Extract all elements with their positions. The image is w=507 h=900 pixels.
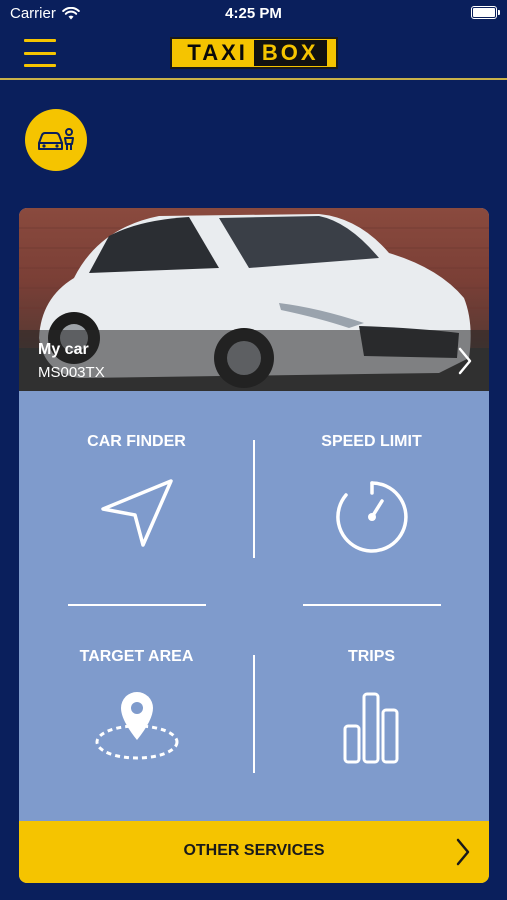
- taxibox-logo: TAXI BOX: [170, 37, 338, 69]
- car-driver-button[interactable]: [25, 109, 87, 171]
- car-finder-label: CAR FINDER: [87, 433, 186, 450]
- chevron-right-icon[interactable]: [457, 346, 473, 376]
- logo-taxi-text: TAXI: [181, 40, 254, 66]
- divider-vertical-top: [253, 440, 255, 558]
- divider-vertical-bottom: [253, 655, 255, 773]
- status-time: 4:25 PM: [225, 5, 282, 22]
- chevron-right-icon: [456, 838, 470, 866]
- navigation-arrow-icon: [101, 479, 173, 547]
- app-header: TAXI BOX: [0, 28, 507, 80]
- status-bar: Carrier 4:25 PM: [0, 0, 507, 28]
- car-driver-icon: [38, 128, 74, 150]
- tile-target-area[interactable]: TARGET AREA: [19, 606, 254, 821]
- car-card: My car MS003TX CAR FINDER SPEED LIMIT TA…: [19, 208, 489, 883]
- feature-grid: CAR FINDER SPEED LIMIT TARGET AREA TRIPS: [19, 391, 489, 821]
- tile-car-finder[interactable]: CAR FINDER: [19, 391, 254, 606]
- tile-trips[interactable]: TRIPS: [254, 606, 489, 821]
- divider-horizontal-right: [303, 604, 441, 606]
- car-name: My car: [38, 341, 89, 358]
- speed-limit-label: SPEED LIMIT: [321, 433, 422, 450]
- logo-box-text: BOX: [253, 40, 327, 66]
- car-plate: MS003TX: [38, 364, 105, 381]
- location-area-icon: [95, 692, 179, 760]
- hamburger-menu-icon[interactable]: [24, 39, 56, 67]
- car-info-overlay: [19, 330, 489, 391]
- other-services-button[interactable]: OTHER SERVICES: [19, 821, 489, 883]
- tile-speed-limit[interactable]: SPEED LIMIT: [254, 391, 489, 606]
- other-services-label: OTHER SERVICES: [183, 842, 325, 859]
- stopwatch-icon: [336, 481, 408, 553]
- target-area-label: TARGET AREA: [79, 648, 194, 665]
- divider-horizontal-left: [68, 604, 206, 606]
- trips-label: TRIPS: [347, 648, 396, 665]
- battery-icon: [471, 6, 500, 19]
- bar-chart-icon: [343, 692, 399, 764]
